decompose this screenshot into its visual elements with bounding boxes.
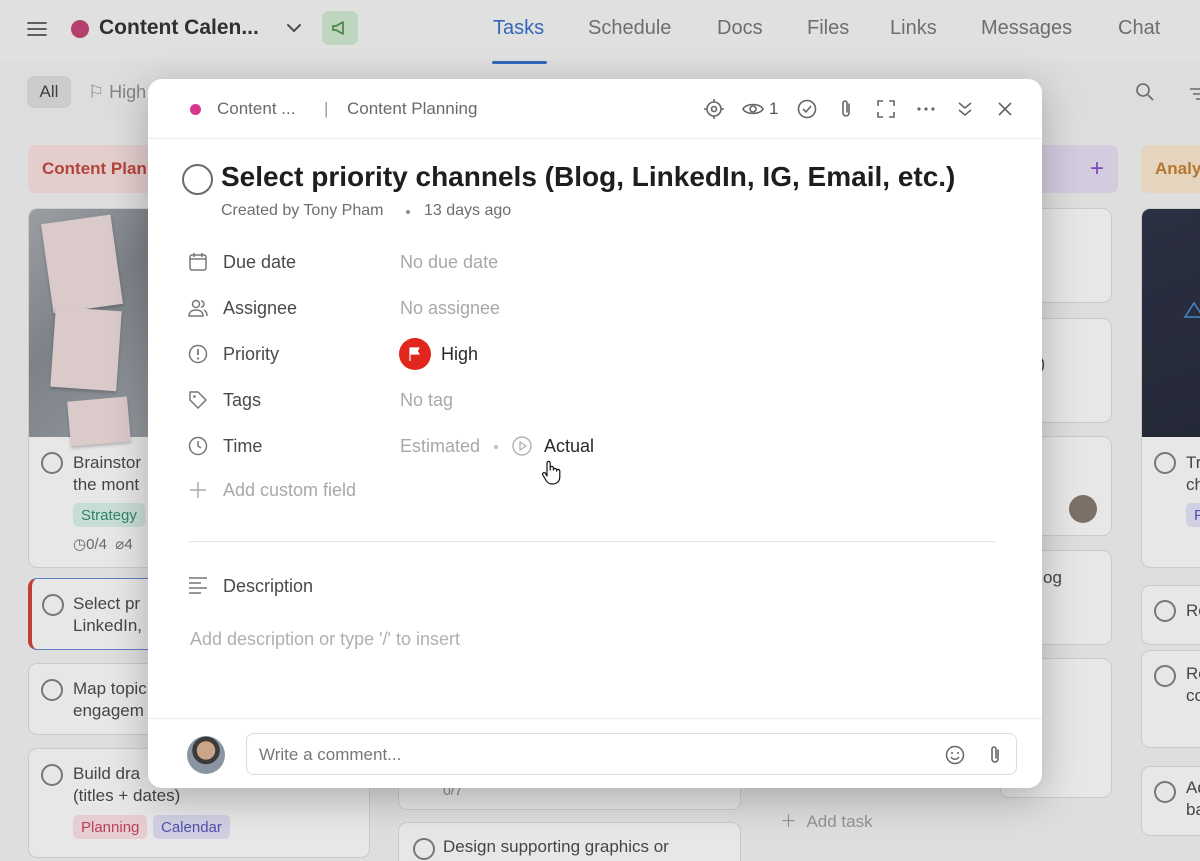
task-detail-modal: Content ... | Content Planning 1 Select … — [148, 79, 1042, 788]
priority-value[interactable]: High — [441, 344, 478, 365]
breadcrumb-separator: | — [324, 99, 329, 118]
field-row-tags: Tags No tag — [148, 382, 1042, 418]
task-title[interactable]: Select priority channels (Blog, LinkedIn… — [221, 161, 955, 193]
hand-cursor-icon — [542, 460, 561, 485]
priority-icon — [188, 344, 208, 364]
task-complete-checkbox[interactable] — [182, 164, 213, 195]
time-actual[interactable]: Actual — [544, 436, 594, 457]
assignee-label: Assignee — [223, 298, 298, 318]
field-row-priority: Priority High — [148, 336, 1042, 372]
due-date-value[interactable]: No due date — [400, 252, 498, 273]
paperclip-icon[interactable] — [835, 98, 857, 120]
separator-dot — [406, 210, 410, 214]
clock-icon — [188, 436, 208, 456]
tag-icon — [189, 391, 207, 409]
avatar — [187, 736, 225, 774]
assignee-value[interactable]: No assignee — [400, 298, 500, 319]
double-chevron-down-icon[interactable] — [954, 98, 976, 120]
calendar-icon — [189, 253, 207, 271]
text-align-icon — [189, 577, 207, 594]
people-icon — [188, 299, 208, 317]
description-input[interactable]: Add description or type '/' to insert — [190, 629, 460, 650]
watchers-count: 1 — [769, 99, 779, 118]
priority-label: Priority — [223, 344, 280, 364]
check-circle-icon[interactable] — [796, 98, 818, 120]
section-divider — [189, 541, 995, 542]
add-custom-field-label: Add custom field — [223, 480, 357, 500]
tags-value[interactable]: No tag — [400, 390, 453, 411]
emoji-icon[interactable] — [944, 744, 966, 766]
field-row-assignee: Assignee No assignee — [148, 290, 1042, 326]
created-time: 13 days ago — [424, 202, 512, 219]
flag-icon[interactable] — [399, 338, 431, 370]
breadcrumb-project[interactable]: Content ... — [217, 99, 295, 119]
description-label: Description — [223, 576, 314, 596]
paperclip-icon[interactable] — [984, 744, 1006, 766]
target-icon[interactable] — [703, 98, 725, 120]
time-estimated[interactable]: Estimated — [400, 436, 480, 457]
close-icon[interactable] — [994, 98, 1016, 120]
project-color-dot — [190, 104, 201, 115]
add-custom-field-button[interactable]: Add custom field — [148, 472, 1042, 508]
eye-icon[interactable] — [742, 98, 764, 120]
play-icon[interactable] — [511, 435, 533, 457]
expand-icon[interactable] — [875, 98, 897, 120]
more-options-icon[interactable] — [915, 98, 937, 120]
field-row-time: Time Estimated Actual — [148, 428, 1042, 464]
comment-input[interactable] — [259, 743, 919, 767]
plus-icon — [190, 482, 206, 498]
created-by: Created by Tony Pham — [221, 202, 384, 219]
comment-box[interactable] — [246, 733, 1017, 775]
field-row-due-date: Due date No due date — [148, 244, 1042, 280]
time-label: Time — [223, 436, 263, 456]
due-date-label: Due date — [223, 252, 297, 272]
tags-label: Tags — [223, 390, 262, 410]
breadcrumb-section[interactable]: Content Planning — [347, 99, 477, 119]
comment-footer — [148, 718, 1042, 788]
separator-dot — [494, 445, 498, 449]
modal-header: Content ... | Content Planning 1 — [148, 79, 1042, 139]
